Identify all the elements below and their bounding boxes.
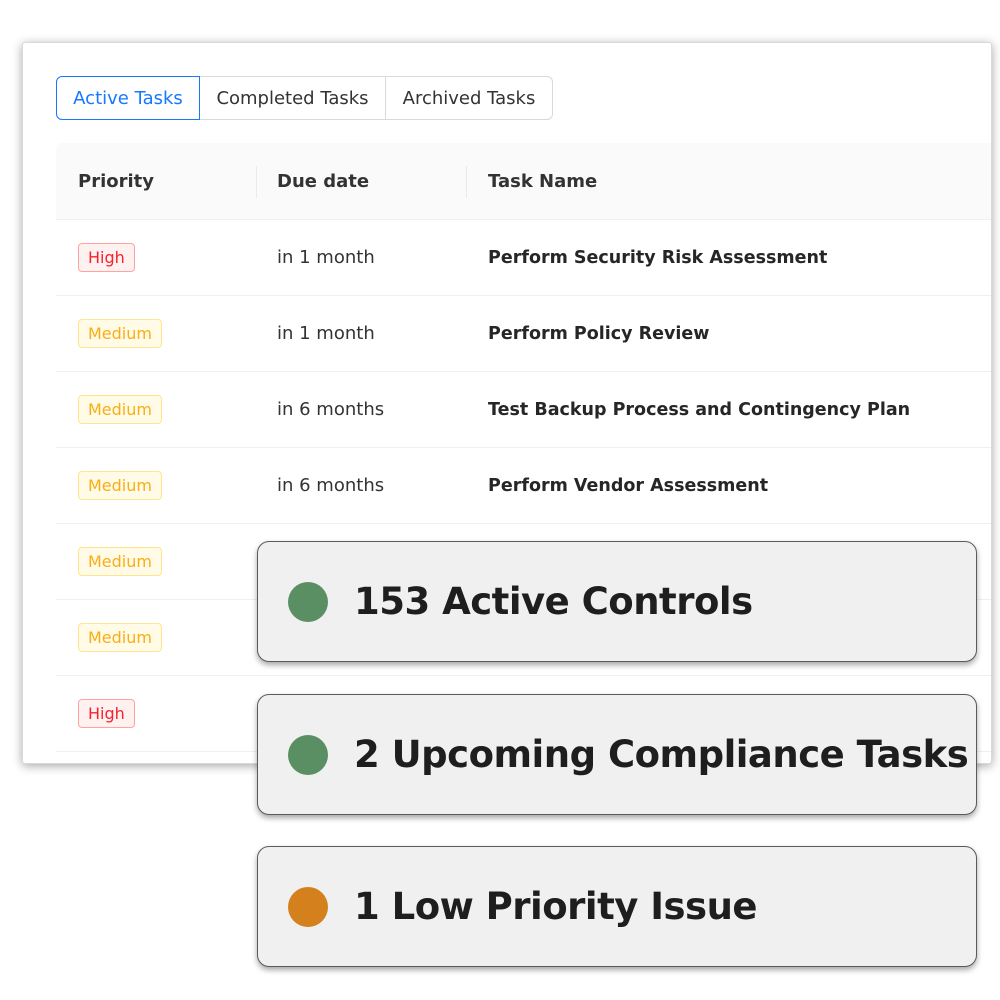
active-controls-callout: 153 Active Controls	[257, 541, 977, 662]
due-date-cell: in 6 months	[277, 399, 385, 420]
priority-tag: Medium	[78, 623, 162, 652]
priority-tag: Medium	[78, 547, 162, 576]
priority-cell: Medium	[56, 395, 256, 424]
table-header: Priority Due date Task Name	[56, 143, 991, 220]
priority-cell: Medium	[56, 547, 256, 576]
priority-tag: High	[78, 699, 135, 728]
task-name-cell[interactable]: Perform Vendor Assessment	[466, 476, 991, 496]
priority-tag: Medium	[78, 395, 162, 424]
tab-active-tasks[interactable]: Active Tasks	[56, 76, 200, 120]
upcoming-tasks-callout: 2 Upcoming Compliance Tasks	[257, 694, 977, 815]
task-name-cell[interactable]: Perform Policy Review	[466, 324, 991, 344]
due-date-cell: in 1 month	[277, 247, 375, 268]
callout-label: 2 Upcoming Compliance Tasks	[354, 733, 969, 776]
column-header-task-name[interactable]: Task Name	[466, 165, 991, 198]
priority-cell: High	[56, 243, 256, 272]
status-dot-icon	[288, 886, 328, 927]
callout-label: 1 Low Priority Issue	[354, 885, 758, 928]
table-row[interactable]: Medium in 6 months Perform Vendor Assess…	[56, 448, 991, 524]
status-dot-icon	[288, 581, 328, 622]
priority-tag: Medium	[78, 471, 162, 500]
priority-tag: Medium	[78, 319, 162, 348]
tab-completed-tasks[interactable]: Completed Tasks	[200, 76, 386, 120]
callout-label: 153 Active Controls	[354, 580, 753, 623]
table-row[interactable]: Medium in 6 months Test Backup Process a…	[56, 372, 991, 448]
table-row[interactable]: High in 1 month Perform Security Risk As…	[56, 220, 991, 296]
priority-cell: Medium	[56, 623, 256, 652]
task-tabs: Active Tasks Completed Tasks Archived Ta…	[56, 76, 553, 120]
screenshot-stage: Active Tasks Completed Tasks Archived Ta…	[0, 0, 1000, 1000]
priority-cell: Medium	[56, 471, 256, 500]
due-date-cell: in 6 months	[277, 475, 385, 496]
priority-cell: Medium	[56, 319, 256, 348]
due-date-cell: in 1 month	[277, 323, 375, 344]
column-header-due-date[interactable]: Due date	[256, 165, 466, 198]
priority-tag: High	[78, 243, 135, 272]
status-dot-icon	[288, 734, 328, 775]
task-name-cell[interactable]: Test Backup Process and Contingency Plan	[466, 400, 991, 420]
task-name-cell[interactable]: Perform Security Risk Assessment	[466, 248, 991, 268]
low-priority-issue-callout: 1 Low Priority Issue	[257, 846, 977, 967]
table-row[interactable]: Medium in 1 month Perform Policy Review	[56, 296, 991, 372]
priority-cell: High	[56, 699, 256, 728]
tab-archived-tasks[interactable]: Archived Tasks	[386, 76, 553, 120]
column-header-priority[interactable]: Priority	[56, 171, 256, 192]
